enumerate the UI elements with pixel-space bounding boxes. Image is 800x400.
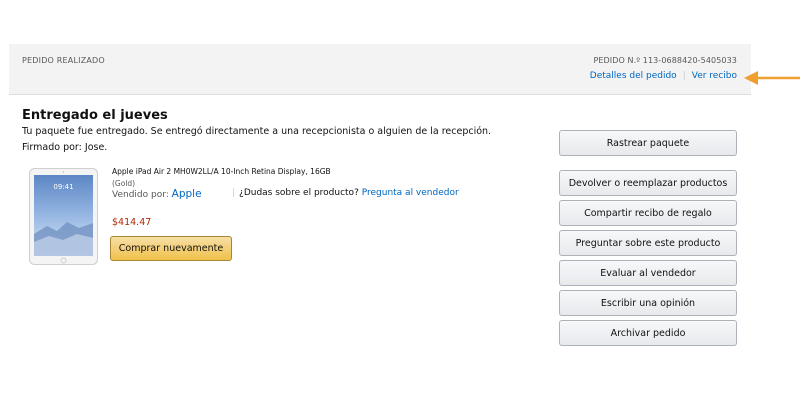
order-placed-label: PEDIDO REALIZADO [22, 56, 105, 65]
view-receipt-link[interactable]: Ver recibo [692, 71, 737, 81]
buy-again-button[interactable]: Comprar nuevamente [110, 236, 232, 261]
ipad-product-image[interactable]: 09:41 [29, 168, 98, 265]
order-header-links: Detalles del pedido | Ver recibo [590, 71, 737, 81]
ask-product-question-button[interactable]: Preguntar sobre este producto [559, 230, 737, 256]
product-condition: (Gold) [112, 179, 136, 188]
question-text: ¿Dudas sobre el producto? [239, 188, 359, 198]
product-price: $414.47 [112, 217, 152, 228]
order-details-link[interactable]: Detalles del pedido [590, 71, 677, 81]
ask-seller-link[interactable]: Pregunta al vendedor [362, 188, 459, 198]
archive-order-button[interactable]: Archivar pedido [559, 320, 737, 346]
order-number: PEDIDO N.º 113-0688420-5405033 [593, 56, 737, 65]
seller-link[interactable]: Apple [172, 188, 202, 200]
product-title[interactable]: Apple iPad Air 2 MH0W2LL/A 10-Inch Retin… [112, 167, 362, 176]
signed-by-text: Firmado por: Jose. [22, 142, 108, 153]
ipad-lockscreen-clock: 09:41 [53, 183, 73, 191]
delivery-status-title: Entregado el jueves [22, 108, 168, 123]
delivery-status-text: Tu paquete fue entregado. Se entregó dir… [22, 126, 492, 137]
question-separator: | [232, 188, 236, 198]
return-replace-button[interactable]: Devolver o reemplazar productos [559, 170, 737, 196]
sold-by-label: Vendido por: [112, 190, 169, 200]
track-package-button[interactable]: Rastrear paquete [559, 130, 737, 156]
sold-by-line: Vendido por: Apple [112, 188, 202, 200]
link-separator: | [682, 71, 686, 81]
arrow-left-icon [744, 71, 800, 85]
order-header: PEDIDO REALIZADO PEDIDO N.º 113-0688420-… [9, 44, 751, 95]
write-review-button[interactable]: Escribir una opinión [559, 290, 737, 316]
product-question-line: | ¿Dudas sobre el producto? Pregunta al v… [232, 188, 459, 198]
share-gift-receipt-button[interactable]: Compartir recibo de regalo [559, 200, 737, 226]
rate-seller-button[interactable]: Evaluar al vendedor [559, 260, 737, 286]
